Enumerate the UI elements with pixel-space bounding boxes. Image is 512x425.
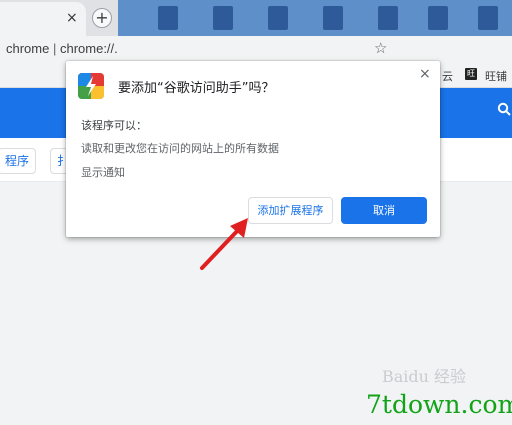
cancel-button[interactable]: 取消: [341, 197, 427, 224]
faint-watermark: Baidu 经验: [382, 367, 467, 386]
extension-logo-icon: [78, 73, 104, 99]
permission-item: 读取和更改您在访问的网站上的所有数据: [81, 142, 279, 155]
address-bar[interactable]: chrome | chrome://. ☆: [0, 36, 512, 62]
background-block: [323, 6, 343, 30]
add-extension-dialog: 要添加“谷歌访问助手”吗？ × 该程序可以： 读取和更改您在访问的网站上的所有数…: [66, 61, 440, 237]
url-separator: |: [49, 41, 60, 56]
tab-close-icon[interactable]: ×: [66, 10, 78, 26]
url-prefix: chrome: [6, 41, 50, 56]
tab-strip: × +: [0, 0, 512, 36]
background-window-strip: [118, 0, 512, 36]
bookmark-label[interactable]: 旺铺: [485, 68, 507, 84]
bookmark-partial[interactable]: 云: [442, 68, 453, 84]
url-value: chrome://.: [59, 41, 118, 56]
annotation-arrow-icon: [200, 218, 248, 270]
background-block: [213, 6, 233, 30]
background-block: [378, 6, 398, 30]
bookmark-favicon-icon: 旺: [465, 68, 477, 80]
search-icon[interactable]: [497, 101, 511, 120]
background-block: [478, 6, 498, 30]
browser-tab[interactable]: ×: [0, 2, 86, 36]
background-block: [268, 6, 288, 30]
url-text[interactable]: chrome | chrome://.: [6, 41, 118, 56]
permission-item: 显示通知: [81, 166, 125, 179]
page-chip[interactable]: 程序: [0, 148, 37, 174]
background-block: [428, 6, 448, 30]
site-watermark: 7tdown.com: [366, 390, 512, 419]
background-block: [158, 6, 178, 30]
permissions-heading: 该程序可以：: [81, 119, 147, 132]
bookmark-star-icon[interactable]: ☆: [374, 39, 387, 57]
new-tab-button[interactable]: +: [92, 8, 112, 28]
add-extension-button[interactable]: 添加扩展程序: [248, 197, 333, 224]
dialog-title: 要添加“谷歌访问助手”吗？: [118, 81, 275, 96]
close-icon[interactable]: ×: [419, 67, 431, 81]
